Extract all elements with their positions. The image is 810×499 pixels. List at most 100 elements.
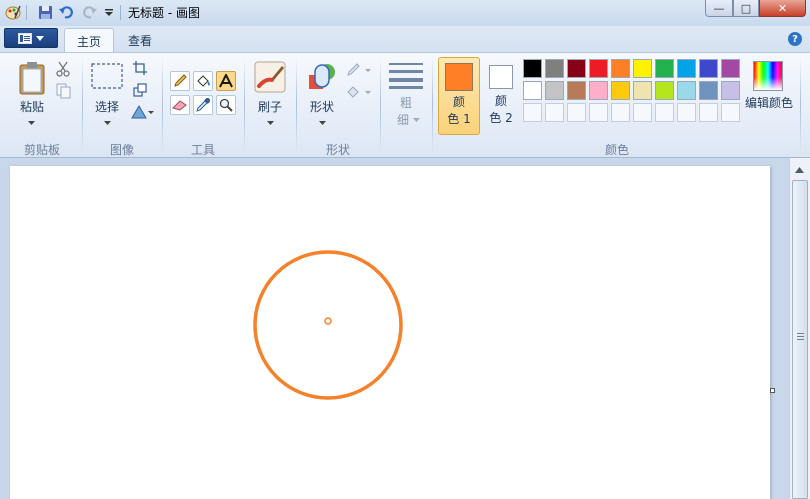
tab-home[interactable]: 主页: [64, 28, 115, 52]
eraser-icon: [172, 100, 187, 111]
palette-swatch-row1-7[interactable]: [655, 59, 674, 78]
palette-swatch-row1-5[interactable]: [611, 59, 630, 78]
custom-swatch-9[interactable]: [699, 103, 718, 122]
custom-swatch-8[interactable]: [677, 103, 696, 122]
palette-swatch-row2-1[interactable]: [523, 81, 542, 100]
custom-swatch-6[interactable]: [633, 103, 652, 122]
maximize-button[interactable]: □: [733, 0, 759, 17]
window-title: 无标题 - 画图: [128, 6, 200, 20]
vertical-scrollbar[interactable]: [789, 158, 810, 499]
resize-icon[interactable]: [133, 83, 147, 97]
chevron-down-icon: [104, 121, 111, 125]
palette-swatch-row2-6[interactable]: [633, 81, 652, 100]
select-label: 选择: [94, 100, 119, 114]
shapes-button[interactable]: 形状: [302, 59, 342, 131]
text-a-icon: [219, 74, 233, 88]
brush-icon: [254, 61, 286, 93]
paste-label: 粘贴: [19, 100, 44, 114]
custom-swatch-1[interactable]: [523, 103, 542, 122]
crop-icon[interactable]: [133, 61, 147, 75]
fill-tool[interactable]: [193, 71, 213, 91]
close-glyph: ✕: [777, 1, 788, 15]
scrollbar-thumb[interactable]: [792, 180, 808, 499]
help-icon[interactable]: ?: [788, 32, 802, 46]
edit-colors-label: 编辑颜色: [744, 96, 793, 110]
shapes-label: 形状: [309, 100, 334, 114]
magnifier-tool[interactable]: [216, 95, 236, 115]
copy-icon[interactable]: [56, 83, 72, 99]
tab-view[interactable]: 查看: [116, 28, 164, 52]
custom-swatch-2[interactable]: [545, 103, 564, 122]
cut-icon[interactable]: [56, 61, 70, 77]
pencil-icon: [174, 74, 187, 87]
color-picker-tool[interactable]: [193, 95, 213, 115]
palette-swatch-row2-10[interactable]: [721, 81, 740, 100]
brushes-label: 刷子: [257, 100, 282, 114]
customize-quick-access-icon[interactable]: [100, 3, 118, 21]
eraser-tool[interactable]: [170, 95, 190, 115]
group-separator: [244, 57, 245, 153]
group-separator: [800, 57, 801, 153]
chevron-down-icon: [28, 121, 35, 125]
palette-swatch-row1-4[interactable]: [589, 59, 608, 78]
color1-button[interactable]: 颜 色 1: [438, 57, 480, 135]
custom-swatch-3[interactable]: [567, 103, 586, 122]
select-button[interactable]: 选择: [88, 59, 126, 131]
palette-swatch-row2-3[interactable]: [567, 81, 586, 100]
palette-swatch-row2-5[interactable]: [611, 81, 630, 100]
palette-swatch-row1-9[interactable]: [699, 59, 718, 78]
shapes-icon: [309, 64, 335, 89]
pencil-tool[interactable]: [170, 71, 190, 91]
paste-button[interactable]: 粘贴: [12, 59, 52, 131]
palette-swatch-row1-10[interactable]: [721, 59, 740, 78]
color2-button[interactable]: 颜 色 2: [482, 57, 520, 135]
tab-view-label: 查看: [128, 34, 153, 48]
ribbon-tab-bar: 主页 查看 ?: [0, 26, 810, 52]
palette-swatch-row2-7[interactable]: [655, 81, 674, 100]
palette-swatch-row2-4[interactable]: [589, 81, 608, 100]
eyedropper-icon: [196, 98, 210, 112]
rotate-icon[interactable]: [131, 105, 155, 119]
paint-app-icon[interactable]: [4, 3, 22, 21]
edit-colors-button[interactable]: 编辑颜色: [744, 59, 794, 133]
fill-icon[interactable]: [346, 85, 372, 99]
minimize-button[interactable]: —: [705, 0, 733, 17]
clipboard-icon: [19, 62, 45, 95]
line-width-icon: [389, 63, 423, 89]
palette-swatch-row2-2[interactable]: [545, 81, 564, 100]
brushes-button[interactable]: 刷子: [250, 59, 290, 131]
palette-swatch-row2-8[interactable]: [677, 81, 696, 100]
drawing-canvas[interactable]: [10, 166, 770, 499]
palette-swatch-row2-9[interactable]: [699, 81, 718, 100]
file-menu-button[interactable]: [4, 28, 58, 48]
close-button[interactable]: ✕: [759, 0, 806, 17]
text-tool[interactable]: [216, 71, 236, 91]
custom-swatch-4[interactable]: [589, 103, 608, 122]
color2-swatch: [489, 65, 513, 89]
group-separator: [380, 57, 381, 153]
custom-swatch-10[interactable]: [721, 103, 740, 122]
undo-icon[interactable]: [58, 3, 76, 21]
palette-swatch-row1-3[interactable]: [567, 59, 586, 78]
color-spectrum-icon: [753, 61, 783, 91]
canvas-drawing: [253, 250, 403, 400]
size-button[interactable]: 粗 细: [386, 59, 426, 133]
palette-swatch-row1-1[interactable]: [523, 59, 542, 78]
custom-swatch-7[interactable]: [655, 103, 674, 122]
palette-swatch-row1-2[interactable]: [545, 59, 564, 78]
chevron-down-icon: [413, 118, 420, 122]
save-icon[interactable]: [36, 3, 54, 21]
scroll-up-icon[interactable]: [795, 167, 804, 173]
help-glyph: ?: [792, 33, 798, 45]
color1-label-line1: 颜: [452, 95, 465, 109]
redo-icon[interactable]: [80, 3, 98, 21]
outline-icon[interactable]: [346, 63, 372, 77]
palette-swatch-row1-8[interactable]: [677, 59, 696, 78]
color2-label-line2: 色 2: [489, 111, 513, 125]
custom-swatch-5[interactable]: [611, 103, 630, 122]
group-separator: [296, 57, 297, 153]
canvas-resize-handle[interactable]: [770, 388, 775, 393]
palette-swatch-row1-6[interactable]: [633, 59, 652, 78]
canvas-workspace: [0, 158, 789, 499]
chevron-down-icon: [36, 35, 44, 41]
